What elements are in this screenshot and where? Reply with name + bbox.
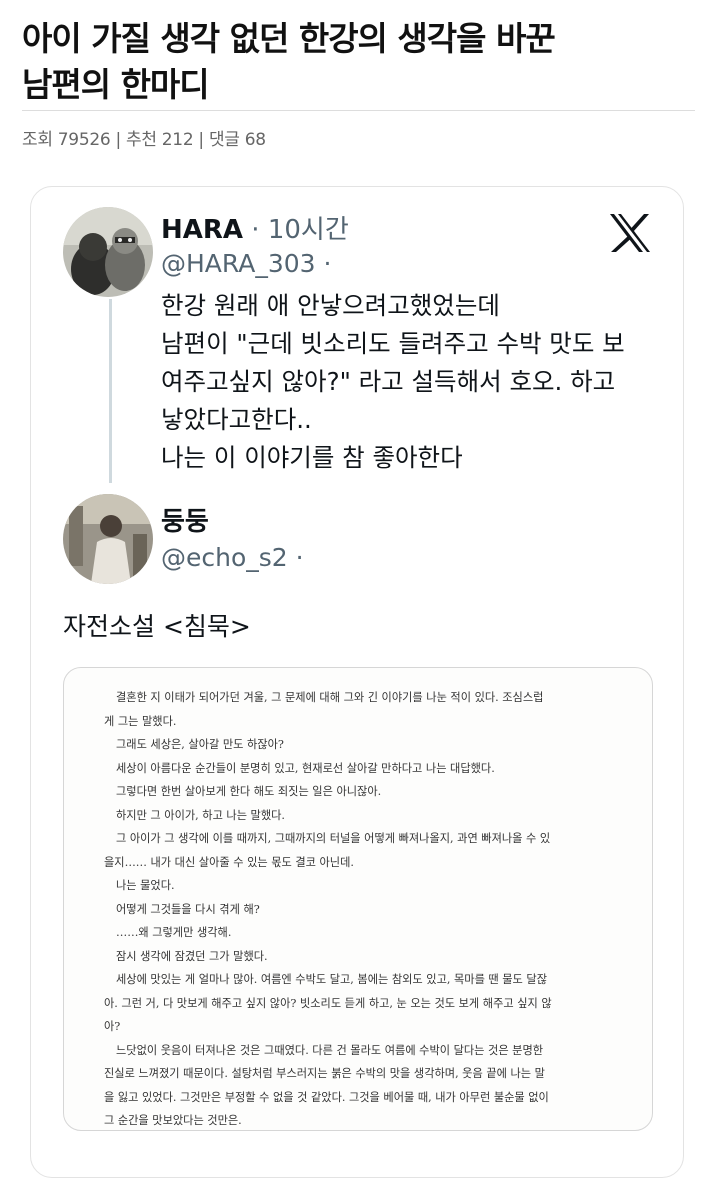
tweet-handle[interactable]: @HARA_303 · <box>161 249 331 278</box>
book-excerpt-image[interactable]: 결혼한 지 이태가 되어가던 겨울, 그 문제에 대해 그와 긴 이야기를 나눈… <box>63 667 653 1131</box>
tweet-text-line: 나는 이 이야기를 참 좋아한다 <box>161 443 463 472</box>
reply-author-row: 둥둥 <box>161 501 209 538</box>
book-excerpt-line: 어떻게 그것들을 다시 겪게 해? <box>116 902 260 916</box>
book-excerpt-line: 세상이 아름다운 순간들이 분명히 있고, 현재로선 살아갈 만하다고 나는 대… <box>116 761 495 775</box>
book-excerpt-line: ……왜 그렇게만 생각해. <box>116 926 232 939</box>
book-excerpt-line: 을 잃고 있었다. 그것만은 부정할 수 없을 것 같았다. 그것을 베어물 때… <box>104 1090 549 1104</box>
book-excerpt-line: 그 아이가 그 생각에 이를 때까지, 그때까지의 터널을 어떻게 빠져나올지,… <box>116 832 551 845</box>
book-excerpt-line: 세상에 맛있는 게 얼마나 많아. 여름엔 수박도 달고, 봄에는 참외도 있고… <box>116 973 547 986</box>
reply-text: 자전소설 <침묵> <box>63 612 251 641</box>
book-excerpt-line: 을지…… 내가 대신 살아줄 수 있는 몫도 결코 아닌데. <box>104 855 354 869</box>
embedded-tweet-card: HARA · 10시간 @HARA_303 · 한강 원래 애 안낳으려고했었는… <box>30 186 684 1178</box>
book-excerpt-text: 결혼한 지 이태가 되어가던 겨울, 그 문제에 대해 그와 긴 이야기를 나눈… <box>104 686 624 1133</box>
x-logo-icon[interactable] <box>609 213 651 253</box>
post-title: 아이 가질 생각 없던 한강의 생각을 바꾼 남편의 한마디 <box>22 16 702 108</box>
tweet-author-row: HARA · 10시간 <box>161 209 349 246</box>
book-excerpt-line: 그렇다면 한번 살아보게 한다 해도 죄짓는 일은 아니잖아. <box>116 785 382 798</box>
tweet-text-line: 낳았다고한다.. <box>161 405 312 434</box>
tweet-author-name[interactable]: HARA <box>161 215 243 245</box>
hara-avatar[interactable] <box>63 207 153 297</box>
thread-connector-line <box>109 299 112 483</box>
book-excerpt-line: 하지만 그 아이가, 하고 나는 말했다. <box>116 808 285 822</box>
book-excerpt-line: 결혼한 지 이태가 되어가던 겨울, 그 문제에 대해 그와 긴 이야기를 나눈… <box>116 691 544 704</box>
tweet-time[interactable]: · 10시간 <box>251 215 348 245</box>
book-excerpt-line: 진실로 느껴졌기 때문이다. 설탕처럼 부스러지는 붉은 수박의 맛을 생각하며… <box>104 1067 545 1080</box>
post-title-line-1: 아이 가질 생각 없던 한강의 생각을 바꾼 <box>22 19 556 58</box>
book-excerpt-line: 아? <box>104 1020 121 1033</box>
book-excerpt-line: 게 그는 말했다. <box>104 714 177 728</box>
title-divider <box>22 110 695 111</box>
echo-avatar[interactable] <box>63 494 153 584</box>
tweet-text-line: 여주고싶지 않아?" 라고 설득해서 호오. 하고 <box>161 367 616 396</box>
tweet-text-line: 한강 원래 애 안낳으려고했었는데 <box>161 291 500 320</box>
reply-handle[interactable]: @echo_s2 · <box>161 543 304 572</box>
book-excerpt-line: 나는 물었다. <box>116 879 175 892</box>
tweet-text: 한강 원래 애 안낳으려고했었는데 남편이 "근데 빗소리도 들려주고 수박 맛… <box>161 287 661 477</box>
tweet-text-line: 남편이 "근데 빗소리도 들려주고 수박 맛도 보 <box>161 329 625 358</box>
book-excerpt-line: 느닷없이 웃음이 터져나온 것은 그때였다. 다른 건 몰라도 여름에 수박이 … <box>116 1043 544 1057</box>
post-meta: 조회 79526 | 추천 212 | 댓글 68 <box>22 130 266 150</box>
book-excerpt-line: 아. 그런 거, 다 맛보게 해주고 싶지 않아? 빗소리도 듣게 하고, 눈 … <box>104 996 552 1010</box>
post-title-line-2: 남편의 한마디 <box>22 65 210 104</box>
book-excerpt-line: 잠시 생각에 잠겼던 그가 말했다. <box>116 949 268 963</box>
book-excerpt-line: 그래도 세상은, 살아갈 만도 하잖아? <box>116 738 284 751</box>
book-excerpt-line: 그 순간을 맛보았다는 것만은. <box>104 1114 242 1127</box>
reply-author-name[interactable]: 둥둥 <box>161 507 209 537</box>
